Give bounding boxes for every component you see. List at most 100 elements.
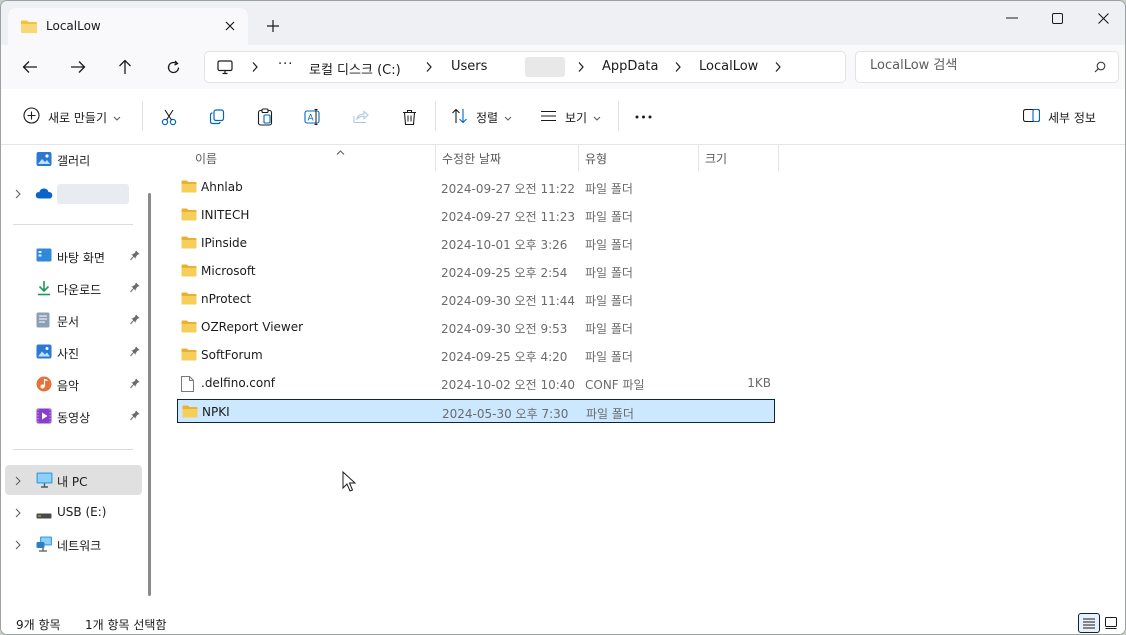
tab-locallow[interactable]: LocalLow [8,8,248,45]
sort-arrows-icon [451,108,468,127]
column-header-size[interactable]: 크기 [699,145,778,171]
table-row[interactable]: nProtect 2024-09-30 오전 11:44 파일 폴더 [177,287,775,311]
chevron-right-icon[interactable] [425,61,433,76]
more-options-icon[interactable] [633,105,653,129]
sidebar-item-label: 갤러리 [57,154,91,168]
column-header-label: 유형 [585,152,608,166]
breadcrumb-users[interactable]: Users [451,59,487,74]
file-name: Microsoft [201,264,256,278]
sidebar-scrollbar[interactable] [148,193,151,596]
sidebar-item-music[interactable]: 음악 [5,369,142,399]
address-row: ··· 로컬 디스크 (C:) Users AppData LocalLow [1,45,1125,89]
sidebar-item-gallery[interactable]: 갤러리 [5,145,142,175]
sidebar-item-network[interactable]: 네트워크 [5,529,142,559]
folder-icon [181,264,197,280]
maximize-icon[interactable] [1034,5,1080,31]
forward-arrow-icon[interactable] [64,54,92,80]
pin-icon[interactable] [130,346,140,360]
file-name: nProtect [201,292,252,306]
file-type: 파일 폴더 [585,238,633,252]
up-arrow-icon[interactable] [111,54,139,80]
chevron-right-icon[interactable] [15,507,21,521]
share-icon[interactable] [351,105,371,129]
table-row[interactable]: IPinside 2024-10-01 오후 3:26 파일 폴더 [177,231,775,255]
folder-icon [181,208,197,224]
computer-icon[interactable] [217,60,233,79]
pin-icon[interactable] [130,282,140,296]
table-row[interactable]: Ahnlab 2024-09-27 오전 11:22 파일 폴더 [177,175,775,199]
file-type: 파일 폴더 [586,407,634,421]
table-row[interactable]: SoftForum 2024-09-25 오후 4:20 파일 폴더 [177,343,775,367]
new-button-label: 새로 만들기 [48,110,108,125]
refresh-icon[interactable] [159,54,187,80]
address-bar[interactable]: ··· 로컬 디스크 (C:) Users AppData LocalLow [204,51,846,83]
breadcrumb-overflow[interactable]: ··· [278,57,293,72]
breadcrumb-local-disk[interactable]: 로컬 디스크 (C:) [309,59,401,78]
view-button[interactable]: 보기 [540,105,601,129]
breadcrumb-appdata[interactable]: AppData [602,59,658,74]
sidebar-item-onedrive[interactable] [5,178,142,208]
chevron-right-icon[interactable] [15,539,21,553]
file-type: CONF 파일 [585,378,645,392]
chevron-right-icon[interactable] [674,61,682,76]
file-type: 파일 폴더 [585,350,633,364]
sidebar-item-documents[interactable]: 문서 [5,305,142,335]
pin-icon[interactable] [130,410,140,424]
back-arrow-icon[interactable] [16,54,44,80]
sidebar-item-pictures[interactable]: 사진 [5,337,142,367]
file-type: 파일 폴더 [585,294,633,308]
column-divider[interactable] [778,145,779,171]
breadcrumb-locallow[interactable]: LocalLow [699,59,758,74]
table-row[interactable]: OZReport Viewer 2024-09-30 오전 9:53 파일 폴더 [177,315,775,339]
pin-icon[interactable] [130,314,140,328]
sidebar-item-label: 내 PC [57,475,88,489]
search-input[interactable] [870,58,1080,73]
rename-icon[interactable]: A [303,105,323,129]
file-date-modified: 2024-09-25 오후 4:20 [441,350,568,364]
column-header-date[interactable]: 수정한 날짜 [436,145,578,171]
breadcrumb-username-redacted[interactable] [525,57,565,77]
network-icon [36,536,52,552]
sidebar-item-desktop[interactable]: 바탕 화면 [5,241,142,271]
file-type: 파일 폴더 [585,210,633,224]
search-box[interactable] [855,51,1119,83]
new-button[interactable]: 새로 만들기 [23,105,121,129]
pin-icon[interactable] [130,250,140,264]
new-tab-icon[interactable] [263,16,283,36]
sidebar-item-label: 음악 [57,379,80,393]
chevron-right-icon[interactable] [774,61,782,76]
sidebar-item-downloads[interactable]: 다운로드 [5,273,142,303]
music-icon [36,376,52,392]
sidebar-item-videos[interactable]: 동영상 [5,401,142,431]
column-header-type[interactable]: 유형 [579,145,698,171]
column-header-name[interactable]: 이름 [189,145,435,171]
view-list-icon [540,110,557,125]
pin-icon[interactable] [130,378,140,392]
table-row[interactable]: .delfino.conf 2024-10-02 오전 10:40 CONF 파일 1… [177,371,775,395]
delete-icon[interactable] [399,105,419,129]
paste-icon[interactable] [255,105,275,129]
sidebar-item-label: 문서 [57,315,80,329]
sidebar-item-usb[interactable]: USB (E:) [5,497,142,527]
large-icons-view-icon[interactable] [1100,613,1122,633]
details-view-icon[interactable] [1078,613,1100,633]
search-icon[interactable] [1094,61,1106,76]
close-window-icon[interactable] [1080,5,1125,31]
table-row[interactable]: INITECH 2024-09-27 오전 11:23 파일 폴더 [177,203,775,227]
file-date-modified: 2024-09-30 오전 9:53 [441,322,568,336]
sidebar-item-this-pc[interactable]: 내 PC [5,465,142,495]
chevron-right-icon[interactable] [15,188,21,202]
chevron-right-icon[interactable] [251,61,259,76]
cut-icon[interactable] [159,105,179,129]
details-pane-button[interactable]: 세부 정보 [1022,105,1096,129]
sort-button[interactable]: 정렬 [451,105,512,129]
chevron-right-icon[interactable] [15,475,21,489]
minimize-icon[interactable] [989,5,1035,31]
chevron-right-icon[interactable] [577,61,585,76]
copy-icon[interactable] [207,105,227,129]
gallery-icon [36,151,52,167]
table-row-selected[interactable]: NPKI 2024-05-30 오후 7:30 파일 폴더 [177,399,775,423]
file-date-modified: 2024-09-25 오후 2:54 [441,266,568,280]
table-row[interactable]: Microsoft 2024-09-25 오후 2:54 파일 폴더 [177,259,775,283]
close-tab-icon[interactable] [220,16,240,36]
